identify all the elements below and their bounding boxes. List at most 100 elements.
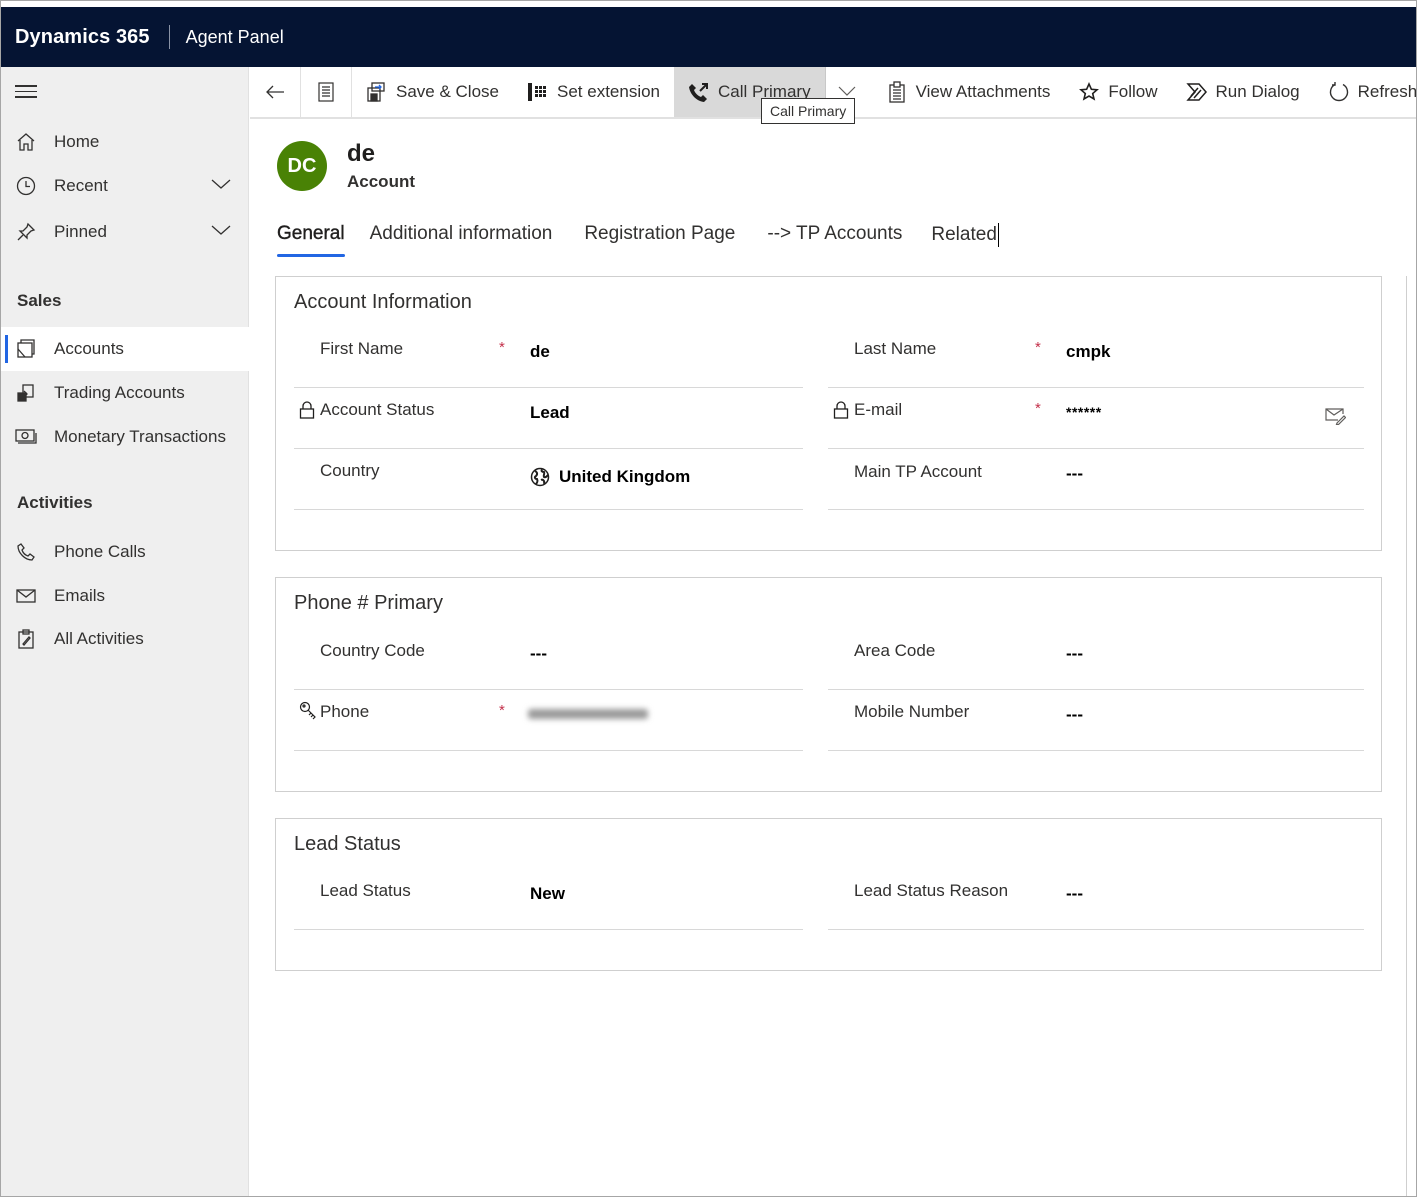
country-lookup-link[interactable]: United Kingdom xyxy=(530,467,690,487)
set-extension-label: Set extension xyxy=(557,82,661,101)
attachments-icon xyxy=(886,81,908,103)
field-label: Last Name xyxy=(854,339,937,358)
section-title: Phone # Primary xyxy=(294,592,443,614)
field-value: ****** xyxy=(1066,404,1102,420)
field-label: Lead Status xyxy=(320,881,411,900)
sidebar-item-label: Accounts xyxy=(54,339,124,358)
text-cursor xyxy=(997,223,1000,247)
field-value: Lead xyxy=(530,403,570,422)
tab-general[interactable]: General xyxy=(277,223,345,257)
field-last-name[interactable]: Last Name * cmpk xyxy=(828,327,1364,388)
view-attachments-label: View Attachments xyxy=(915,82,1051,101)
tab-tp-accounts[interactable]: --> TP Accounts xyxy=(767,223,902,257)
dialpad-icon xyxy=(527,81,549,103)
field-phone[interactable]: Phone * xyxy=(294,690,803,751)
section-lead-status: Lead Status Lead Status New Lead Status … xyxy=(275,818,1382,971)
sidebar-item-home[interactable]: Home xyxy=(1,120,249,164)
field-country-code[interactable]: Country Code --- xyxy=(294,629,803,690)
field-label: Area Code xyxy=(854,641,936,660)
field-label: First Name xyxy=(320,339,404,358)
field-lead-status[interactable]: Lead Status New xyxy=(294,869,803,930)
country-value: United Kingdom xyxy=(559,467,691,486)
sidebar-item-monetary-transactions[interactable]: Monetary Transactions xyxy=(1,415,249,459)
field-value[interactable]: --- xyxy=(530,644,547,664)
field-first-name[interactable]: First Name * de xyxy=(294,327,803,388)
pin-icon xyxy=(15,221,37,243)
field-value[interactable]: --- xyxy=(1066,464,1083,484)
sidebar-item-accounts[interactable]: Accounts xyxy=(1,327,249,371)
save-close-button[interactable]: Save & Close xyxy=(352,67,513,117)
run-dialog-label: Run Dialog xyxy=(1215,82,1300,101)
section-title: Account Information xyxy=(294,291,472,313)
save-close-icon xyxy=(366,81,388,103)
field-label: Main TP Account xyxy=(854,462,982,481)
field-value[interactable]: --- xyxy=(1066,644,1083,664)
sidebar-item-pinned[interactable]: Pinned xyxy=(1,210,249,254)
mail-icon xyxy=(15,585,37,607)
form-tabs: General Additional information Registrat… xyxy=(277,223,1031,259)
sidebar-item-trading-accounts[interactable]: Trading Accounts xyxy=(1,371,249,415)
field-main-tp-account[interactable]: Main TP Account --- xyxy=(828,449,1364,510)
sidebar-item-recent[interactable]: Recent xyxy=(1,164,249,208)
field-value[interactable]: de xyxy=(530,342,550,362)
home-icon xyxy=(15,131,37,153)
field-area-code[interactable]: Area Code --- xyxy=(828,629,1364,690)
hamburger-menu-icon[interactable] xyxy=(15,85,37,101)
money-icon xyxy=(15,426,37,448)
field-value[interactable]: --- xyxy=(1066,884,1083,904)
record-avatar: DC xyxy=(277,141,327,191)
required-indicator: * xyxy=(1035,339,1041,356)
key-icon xyxy=(299,701,316,720)
trading-accounts-icon xyxy=(15,382,37,404)
refresh-label: Refresh xyxy=(1357,82,1417,101)
sidebar-item-phone-calls[interactable]: Phone Calls xyxy=(1,530,249,574)
star-icon xyxy=(1078,81,1100,103)
back-button[interactable] xyxy=(250,67,301,117)
field-lead-status-reason[interactable]: Lead Status Reason --- xyxy=(828,869,1364,930)
chevron-down-icon[interactable] xyxy=(211,223,231,237)
clipboard-icon xyxy=(15,628,37,650)
tab-related[interactable]: Related xyxy=(931,223,1000,257)
field-mobile-number[interactable]: Mobile Number --- xyxy=(828,690,1364,751)
group-title-sales: Sales xyxy=(17,291,62,310)
view-attachments-button[interactable]: View Attachments xyxy=(868,67,1065,117)
accounts-icon xyxy=(15,338,37,360)
brand-name[interactable]: Dynamics 365 xyxy=(15,26,150,49)
follow-button[interactable]: Follow xyxy=(1064,67,1171,117)
refresh-button[interactable]: Refresh xyxy=(1314,67,1417,117)
brand-separator xyxy=(168,25,170,49)
sidebar-item-label: Monetary Transactions xyxy=(54,427,226,446)
record-entity-type: Account xyxy=(347,172,415,191)
phone-call-icon xyxy=(688,81,710,103)
field-value[interactable]: cmpk xyxy=(1066,342,1110,362)
sidebar-item-label: Emails xyxy=(54,586,106,605)
field-value[interactable]: --- xyxy=(1066,705,1083,725)
section-title: Lead Status xyxy=(294,833,401,855)
sidebar-item-label: Trading Accounts xyxy=(54,383,185,402)
sidebar-item-emails[interactable]: Emails xyxy=(1,574,249,618)
field-value[interactable]: New xyxy=(530,884,565,904)
field-account-status[interactable]: Account Status Lead xyxy=(294,388,803,449)
sidebar-item-all-activities[interactable]: All Activities xyxy=(1,617,249,661)
run-dialog-button[interactable]: Run Dialog xyxy=(1172,67,1314,117)
chevron-down-icon[interactable] xyxy=(211,177,231,191)
sidebar-item-label: Recent xyxy=(54,176,108,195)
set-extension-button[interactable]: Set extension xyxy=(513,67,674,117)
send-email-icon[interactable] xyxy=(1324,405,1347,426)
clock-icon xyxy=(15,175,37,197)
tab-additional-information[interactable]: Additional information xyxy=(370,223,553,257)
phone-icon xyxy=(15,541,37,563)
phone-value-redacted[interactable] xyxy=(528,704,648,724)
field-country[interactable]: Country United Kingdom xyxy=(294,449,803,510)
back-arrow-icon xyxy=(264,81,286,103)
tab-related-label: Related xyxy=(931,224,997,246)
app-name[interactable]: Agent Panel xyxy=(186,27,284,48)
section-account-information: Account Information First Name * de Last… xyxy=(275,276,1382,551)
refresh-icon xyxy=(1328,81,1350,103)
field-label: Mobile Number xyxy=(854,702,970,721)
top-navigation-bar: Dynamics 365 Agent Panel xyxy=(1,7,1416,67)
tab-registration-page[interactable]: Registration Page xyxy=(584,223,735,257)
lock-icon xyxy=(833,401,849,419)
form-selector-button[interactable] xyxy=(301,67,352,117)
field-email[interactable]: E-mail * ****** xyxy=(828,388,1364,449)
